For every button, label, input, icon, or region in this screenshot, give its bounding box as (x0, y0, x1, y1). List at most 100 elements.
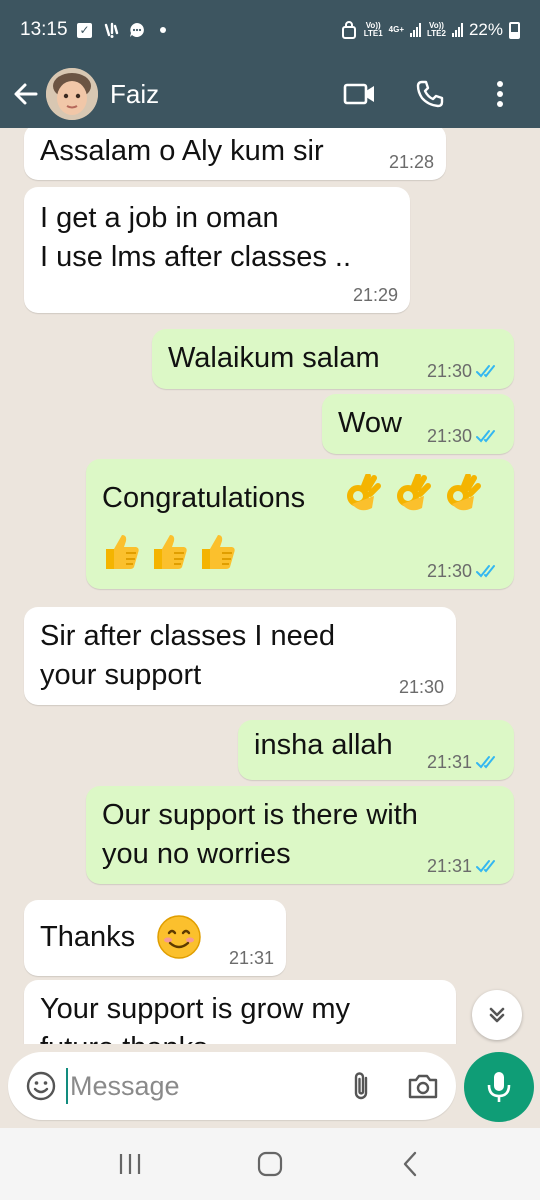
read-ticks-icon (476, 756, 495, 769)
read-ticks-icon (476, 430, 495, 443)
signal1-icon (410, 23, 421, 37)
status-right: Vo)) LTE1 4G+ Vo)) LTE2 22% (340, 20, 520, 40)
more-notifications-dot-icon (154, 21, 172, 39)
voice-call-button[interactable] (412, 76, 448, 112)
message-meta: 21:30 (427, 561, 502, 581)
ok-hand-emoji-icon (347, 474, 381, 511)
chat-area[interactable]: Assalam o Aly kum sir 21:28 I get a job … (0, 128, 540, 1044)
back-chevron-icon (403, 1151, 417, 1177)
home-icon (257, 1151, 283, 1177)
message-meta: 21:28 (389, 152, 434, 172)
message-time: 21:28 (388, 152, 434, 172)
camera-button[interactable] (406, 1069, 440, 1103)
more-options-button[interactable] (482, 76, 518, 112)
message-text: Assalam o Aly kum sir (40, 135, 324, 167)
message-bubble[interactable]: Assalam o Aly kum sir 21:28 (24, 128, 446, 180)
emoji-button[interactable] (24, 1069, 58, 1103)
double-chevron-down-icon (489, 1007, 505, 1023)
message-bubble[interactable]: insha allah 21:31 (238, 720, 514, 780)
home-button[interactable] (245, 1139, 295, 1189)
emoji-row-thumbs (100, 531, 238, 573)
attach-button[interactable] (344, 1069, 378, 1103)
message-time: 21:29 (352, 285, 398, 305)
message-text: insha allah (254, 729, 393, 761)
message-time: 21:31 (426, 856, 472, 876)
message-text: Walaikum salam (168, 342, 380, 374)
video-call-icon (343, 83, 374, 105)
message-meta: 21:31 (427, 856, 502, 876)
message-text: Our support is there with you no worries (102, 799, 418, 870)
signal2-icon (451, 23, 463, 37)
ok-hand-emoji-icon (447, 474, 481, 511)
alarm-lock-icon (340, 21, 358, 39)
message-meta: 21:30 (427, 361, 502, 381)
back-nav-button[interactable] (385, 1139, 435, 1189)
thumbs-up-emoji-icon (154, 535, 187, 569)
scroll-to-bottom-button[interactable] (472, 990, 522, 1040)
back-arrow-icon (14, 83, 38, 105)
message-text: Sir after classes I need your support (40, 620, 335, 691)
message-time: 21:30 (426, 426, 472, 446)
status-time: 13:15 (20, 19, 68, 40)
video-call-button[interactable] (342, 76, 378, 112)
message-composer (8, 1052, 456, 1120)
emoji-icon (26, 1071, 56, 1101)
composer-actions (344, 1069, 440, 1103)
mic-icon (487, 1072, 511, 1102)
message-text: Thanks (40, 921, 136, 953)
voice-message-button[interactable] (464, 1052, 534, 1122)
message-time: 21:30 (426, 361, 472, 381)
message-bubble[interactable]: I get a job in oman I use lms after clas… (24, 187, 410, 313)
chat-header: Faiz (0, 60, 540, 128)
thumbs-up-emoji-icon (106, 535, 139, 569)
sim2-label: Vo)) LTE2 (427, 21, 446, 38)
more-icon (497, 81, 503, 107)
message-time: 21:30 (398, 677, 444, 697)
attach-icon (354, 1072, 368, 1100)
status-left: 13:15 ✓ (20, 19, 172, 41)
header-actions (342, 76, 518, 112)
message-bubble[interactable]: Wow 21:30 (322, 394, 514, 454)
message-input[interactable] (70, 1070, 310, 1102)
back-button[interactable] (6, 69, 46, 119)
message-text: Wow (338, 407, 402, 439)
checkbox-notification-icon: ✓ (76, 21, 94, 39)
text-cursor (66, 1068, 68, 1104)
contact-name[interactable]: Faiz (110, 79, 159, 110)
smiling-face-emoji-icon (157, 915, 201, 959)
read-ticks-icon (476, 565, 495, 578)
message-meta: 21:29 (353, 285, 398, 305)
message-text: Congratulations (102, 482, 306, 514)
message-meta: 21:31 (229, 948, 274, 968)
avatar[interactable] (46, 68, 98, 120)
battery-percent: 22% (468, 20, 503, 39)
message-bubble[interactable]: Thanks 21:31 (24, 900, 286, 976)
status-bar: 13:15 ✓ Vo)) LTE1 4G+ Vo)) LTE2 22% (0, 0, 540, 60)
emoji-row-ok (344, 474, 482, 516)
read-ticks-icon (476, 860, 495, 873)
chat-notification-icon (128, 21, 146, 39)
message-text: I get a job in oman I use lms after clas… (40, 202, 352, 273)
recent-apps-icon (119, 1154, 141, 1174)
battery-icon (509, 21, 520, 39)
ok-hand-emoji-icon (397, 474, 431, 511)
message-text: Your support is grow my future thanks (40, 993, 351, 1044)
message-bubble[interactable]: Your support is grow my future thanks (24, 980, 456, 1044)
read-ticks-icon (476, 365, 495, 378)
camera-icon (408, 1074, 438, 1099)
wifi-call-icon (102, 21, 120, 39)
message-meta: 21:30 (427, 426, 502, 446)
thumbs-up-emoji-icon (202, 535, 235, 569)
message-time: 21:30 (426, 561, 472, 581)
message-meta: 21:31 (427, 752, 502, 772)
message-meta: 21:30 (399, 677, 444, 697)
phone-icon (416, 80, 444, 108)
message-bubble[interactable]: Sir after classes I need your support 21… (24, 607, 456, 705)
message-bubble[interactable]: Congratulations 21:30 (86, 459, 514, 589)
system-nav-bar (0, 1128, 540, 1200)
recent-apps-button[interactable] (105, 1139, 155, 1189)
message-time: 21:31 (426, 752, 472, 772)
message-bubble[interactable]: Walaikum salam 21:30 (152, 329, 514, 389)
message-bubble[interactable]: Our support is there with you no worries… (86, 786, 514, 884)
network-label: 4G+ (388, 25, 404, 34)
